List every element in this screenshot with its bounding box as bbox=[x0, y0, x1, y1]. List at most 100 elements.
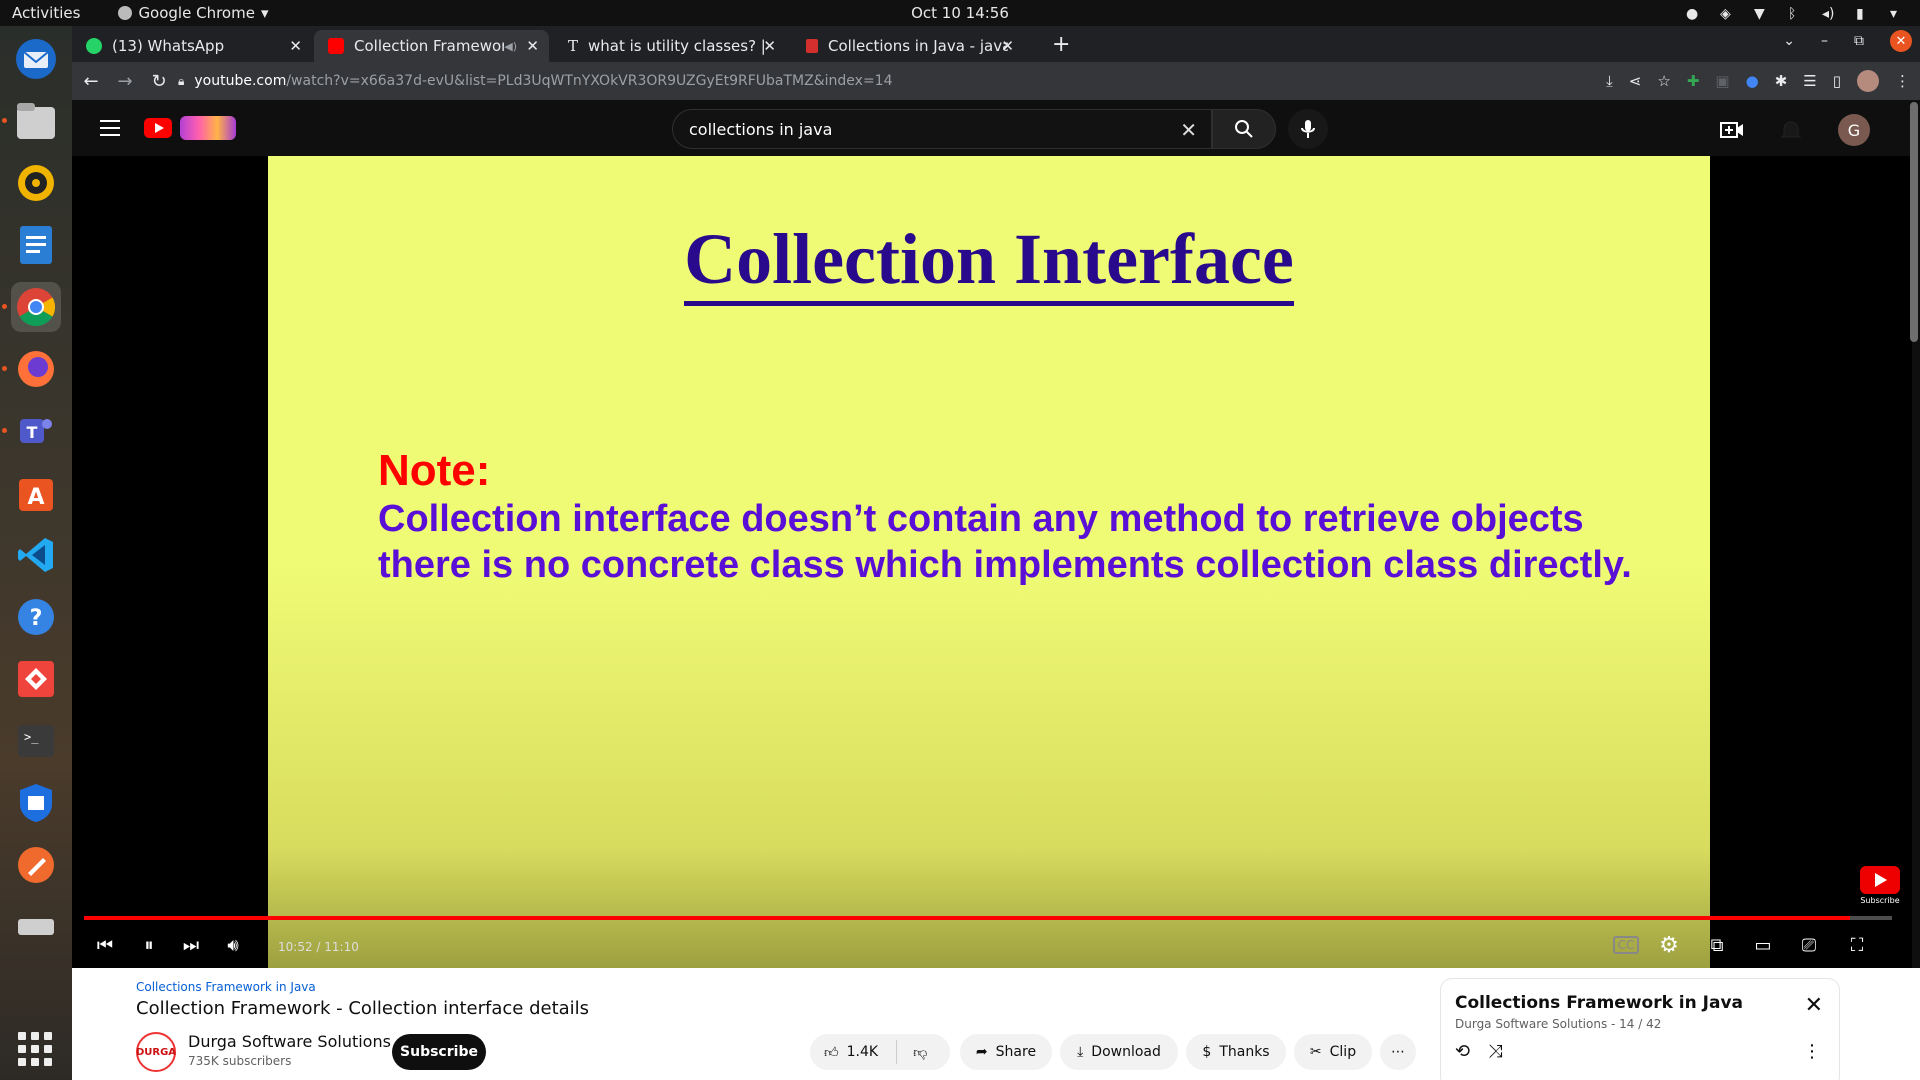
dock-drawing[interactable] bbox=[11, 840, 61, 890]
cast-icon[interactable]: ⎚ bbox=[1794, 930, 1824, 960]
thumbs-down-icon[interactable]: 👎︎ bbox=[913, 1044, 927, 1061]
dock-help[interactable]: ? bbox=[11, 592, 61, 642]
clock[interactable]: Oct 10 14:56 bbox=[911, 4, 1009, 22]
app-menu[interactable]: Google Chrome ▾ bbox=[118, 4, 268, 22]
dock-teams[interactable]: T bbox=[2, 406, 61, 456]
share-button[interactable]: ➦ Share bbox=[960, 1034, 1052, 1070]
playlist-link[interactable]: Collections Framework in Java bbox=[136, 980, 316, 994]
address-bar[interactable]: 🔒︎ youtube.com/watch?v=x66a37d-evU&list=… bbox=[178, 66, 1638, 96]
voice-search-button[interactable] bbox=[1288, 109, 1328, 149]
account-avatar[interactable]: G bbox=[1838, 114, 1870, 146]
teams-tray-icon[interactable]: ● bbox=[1686, 6, 1702, 22]
miniplayer-icon[interactable]: ⧉ bbox=[1702, 930, 1732, 960]
dock-firefox[interactable] bbox=[2, 344, 61, 394]
share-icon[interactable]: ⋖ bbox=[1629, 72, 1642, 90]
loop-icon[interactable]: ⟲ bbox=[1455, 1041, 1470, 1062]
previous-video-icon[interactable]: ⏮ bbox=[90, 930, 120, 960]
battery-icon[interactable]: ▮ bbox=[1856, 6, 1872, 22]
create-video-icon[interactable] bbox=[1720, 120, 1744, 140]
tab-youtube[interactable]: Collection Framework ◀) ✕ bbox=[314, 30, 549, 62]
close-icon[interactable]: ✕ bbox=[526, 37, 539, 55]
youtube-doodle-icon[interactable] bbox=[180, 116, 236, 140]
subscribe-watermark[interactable]: Subscribe bbox=[1860, 866, 1900, 905]
new-tab-plus-icon[interactable]: + bbox=[1052, 32, 1070, 57]
extension-plus-icon[interactable]: ✚ bbox=[1687, 72, 1700, 90]
download-button[interactable]: ⤓ Download bbox=[1060, 1034, 1178, 1070]
extension-square-icon[interactable]: ▣ bbox=[1715, 72, 1729, 90]
profile-avatar[interactable] bbox=[1857, 70, 1879, 92]
tab-utility-classes[interactable]: T what is utility classes? | 20 ✕ bbox=[554, 30, 786, 62]
shuffle-icon[interactable]: ⤨ bbox=[1488, 1041, 1502, 1062]
clear-search-icon[interactable]: ✕ bbox=[1180, 118, 1197, 142]
clip-button[interactable]: ✂ Clip bbox=[1294, 1034, 1372, 1070]
youtube-logo-icon[interactable] bbox=[144, 118, 172, 138]
close-icon[interactable]: ✕ bbox=[1001, 37, 1014, 55]
playlist-more-icon[interactable]: ⋮ bbox=[1803, 1041, 1821, 1062]
vpn-shield-icon[interactable]: ◈ bbox=[1720, 6, 1736, 22]
extension-check-icon[interactable]: ● bbox=[1746, 72, 1759, 90]
menu-hamburger-icon[interactable] bbox=[100, 120, 120, 141]
more-menu-icon[interactable]: ⋮ bbox=[1895, 72, 1910, 90]
back-arrow-icon[interactable]: ← bbox=[76, 71, 106, 92]
wifi-icon[interactable]: ▼ bbox=[1754, 6, 1770, 22]
svg-text:T: T bbox=[27, 423, 38, 442]
extensions-puzzle-icon[interactable]: ✱ bbox=[1775, 72, 1788, 90]
system-tray[interactable]: ● ◈ ▼ ᛒ ◂) ▮ ▾ bbox=[1686, 6, 1906, 22]
install-app-icon[interactable]: ⤓ bbox=[1606, 72, 1613, 90]
dock-thunderbird[interactable] bbox=[11, 34, 61, 84]
close-icon[interactable]: ✕ bbox=[1805, 993, 1823, 1018]
like-button[interactable]: 👍︎ 1.4K 👎︎ bbox=[810, 1034, 950, 1070]
activities-button[interactable]: Activities bbox=[12, 4, 80, 22]
dock-terminal[interactable]: >_ bbox=[11, 716, 61, 766]
channel-name[interactable]: Durga Software Solutions bbox=[188, 1032, 391, 1051]
pause-icon[interactable]: ⏸ bbox=[134, 930, 164, 960]
video-player[interactable]: Collection Interface Note: Collection in… bbox=[72, 156, 1912, 968]
restore-icon[interactable]: ⧉ bbox=[1854, 33, 1864, 49]
volume-icon[interactable]: ◂) bbox=[1822, 6, 1838, 22]
dock-chrome[interactable] bbox=[2, 282, 61, 332]
channel-avatar[interactable]: DURGA bbox=[136, 1032, 176, 1072]
javatpoint-favicon-icon bbox=[806, 39, 818, 53]
captions-icon[interactable]: CC bbox=[1612, 930, 1640, 960]
fullscreen-icon[interactable]: ⛶ bbox=[1842, 930, 1872, 960]
theater-mode-icon[interactable]: ▭ bbox=[1748, 930, 1778, 960]
close-icon[interactable]: ✕ bbox=[289, 37, 302, 55]
dock-files[interactable] bbox=[2, 96, 61, 146]
thanks-button[interactable]: $ Thanks bbox=[1186, 1034, 1286, 1070]
bluetooth-icon[interactable]: ᛒ bbox=[1788, 6, 1804, 22]
progress-bar[interactable] bbox=[84, 916, 1892, 920]
show-apps-grid-icon[interactable] bbox=[18, 1032, 52, 1066]
side-panel-icon[interactable]: ▯ bbox=[1833, 72, 1841, 90]
tab-search-chevron-icon[interactable]: ⌄ bbox=[1783, 33, 1795, 49]
page-scrollbar[interactable] bbox=[1910, 102, 1918, 342]
reading-list-icon[interactable]: ☰ bbox=[1803, 72, 1816, 90]
dock-anydesk[interactable] bbox=[11, 654, 61, 704]
dock-writer[interactable] bbox=[11, 220, 61, 270]
minimize-icon[interactable]: – bbox=[1821, 33, 1828, 49]
dock-rhythmbox[interactable] bbox=[11, 158, 61, 208]
search-input[interactable]: collections in java ✕ bbox=[672, 109, 1212, 149]
tab-whatsapp[interactable]: (13) WhatsApp ✕ bbox=[72, 30, 312, 62]
search-button[interactable] bbox=[1212, 109, 1276, 149]
notifications-bell-icon[interactable] bbox=[1780, 119, 1802, 141]
tab-javatpoint[interactable]: Collections in Java - javat ✕ bbox=[792, 30, 1024, 62]
volume-icon[interactable]: 🔊︎ bbox=[218, 930, 248, 960]
playlist-panel-title[interactable]: Collections Framework in Java bbox=[1455, 993, 1743, 1013]
power-menu-chevron-icon[interactable]: ▾ bbox=[1890, 6, 1906, 22]
bookmark-star-icon[interactable]: ☆ bbox=[1657, 72, 1670, 90]
forward-arrow-icon[interactable]: → bbox=[110, 71, 140, 92]
drawing-app-icon bbox=[18, 847, 54, 883]
reload-icon[interactable]: ↻ bbox=[144, 71, 174, 92]
close-icon[interactable]: ✕ bbox=[763, 37, 776, 55]
lock-icon[interactable]: 🔒︎ bbox=[178, 74, 184, 89]
settings-gear-icon[interactable]: ⚙ bbox=[1654, 930, 1684, 960]
window-close-icon[interactable]: ✕ bbox=[1890, 30, 1912, 52]
dock-software[interactable]: A bbox=[11, 468, 61, 518]
dock-vpn[interactable] bbox=[11, 778, 61, 828]
audio-playing-icon[interactable]: ◀) bbox=[504, 40, 517, 53]
dock-vscode[interactable] bbox=[11, 530, 61, 580]
subscribe-button[interactable]: Subscribe bbox=[392, 1034, 486, 1070]
more-actions-button[interactable]: ⋯ bbox=[1380, 1034, 1416, 1070]
next-video-icon[interactable]: ⏭ bbox=[176, 930, 206, 960]
dock-drive[interactable] bbox=[11, 902, 61, 952]
